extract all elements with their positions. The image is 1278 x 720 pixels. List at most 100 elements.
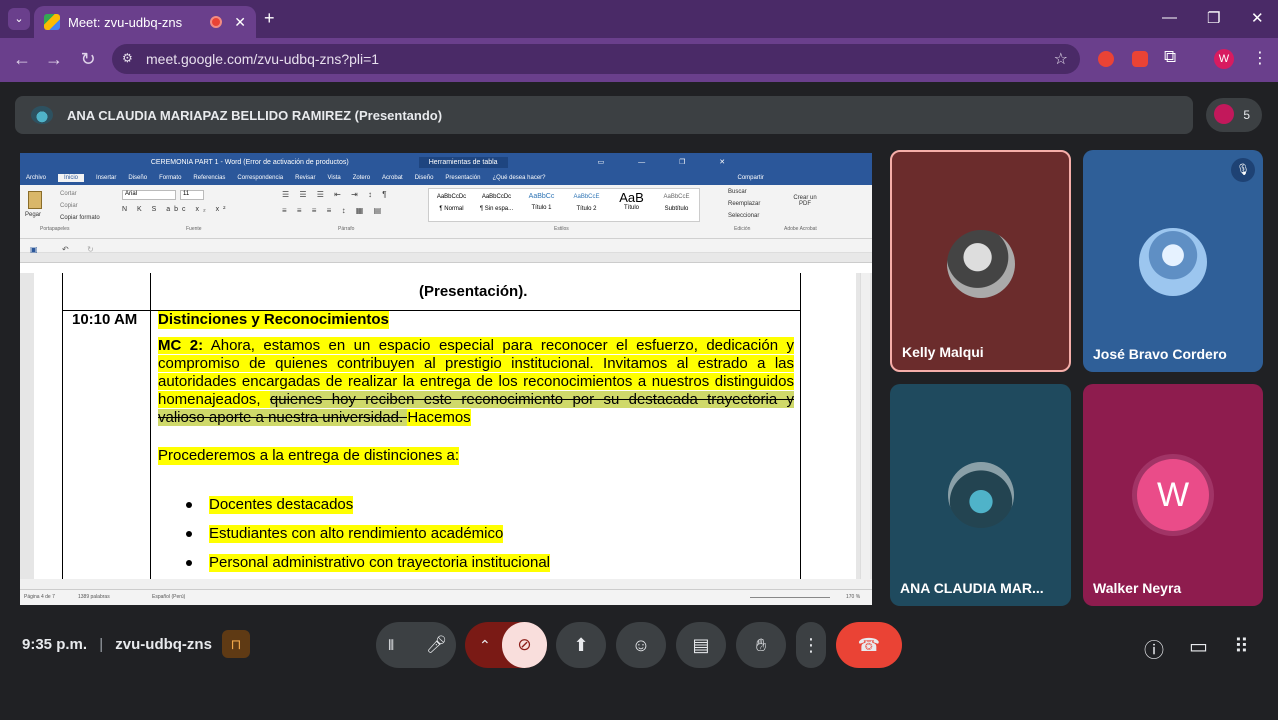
more-options-button[interactable]: ⋮	[796, 622, 826, 668]
site-info-icon[interactable]: ⚙	[122, 51, 133, 65]
font-name-box[interactable]: Arial	[122, 190, 176, 200]
replace-button[interactable]: Reemplazar	[728, 201, 760, 207]
word-tab[interactable]: Revisar	[295, 175, 315, 181]
forward-icon[interactable]: →	[44, 49, 64, 69]
word-tab[interactable]: Formato	[159, 175, 181, 181]
participant-tile[interactable]: Kelly Malqui	[890, 150, 1071, 372]
restore-button[interactable]: ❐	[1207, 9, 1220, 27]
redo-icon[interactable]: ↻	[87, 245, 94, 254]
leave-call-button[interactable]: ☎︎	[836, 622, 902, 668]
participant-tile[interactable]: W Walker Neyra	[1083, 384, 1263, 606]
group-font: Fuente	[186, 226, 202, 232]
ruler	[20, 253, 872, 263]
style-name: ¶ Sin espa...	[479, 206, 514, 212]
participants-button[interactable]: 5	[1206, 98, 1262, 132]
paste-icon[interactable]	[28, 191, 42, 209]
word-tab[interactable]: Correspondencia	[237, 175, 283, 181]
minimize-button[interactable]: —	[1162, 9, 1177, 26]
vertical-scrollbar[interactable]	[860, 273, 870, 579]
format-painter-label[interactable]: Copiar formato	[60, 215, 100, 221]
extension-red-icon[interactable]	[1098, 51, 1114, 67]
style-no-spacing[interactable]: AaBbCcDc ¶ Sin espa...	[474, 189, 519, 221]
meet-favicon-icon	[44, 14, 60, 30]
bullet-item: Personal administrativo con trayectoria …	[209, 554, 550, 572]
cut-label[interactable]: Cortar	[60, 191, 77, 197]
style-sample: AaBbCcE	[663, 194, 690, 200]
word-tab[interactable]: Diseño	[128, 175, 147, 181]
word-window-controls: ▭ — ❐ ✕	[597, 159, 742, 166]
word-tab-active[interactable]: Inicio	[58, 174, 85, 182]
undo-icon[interactable]: ↶	[62, 245, 69, 254]
font-format-icons[interactable]: N K S abc x₂ x²	[122, 206, 229, 213]
word-share[interactable]: Compartir	[738, 175, 764, 181]
present-button[interactable]: ⬆	[556, 622, 606, 668]
address-bar[interactable]: ⚙ meet.google.com/zvu-udbq-zns?pli=1 ☆	[112, 44, 1080, 74]
language: Español (Perú)	[152, 594, 186, 600]
find-button[interactable]: Buscar	[728, 189, 747, 195]
word-tab[interactable]: Acrobat	[382, 175, 403, 181]
create-pdf-button[interactable]: Crear un PDF	[790, 195, 820, 207]
reload-icon[interactable]: ↻	[78, 49, 98, 69]
paragraph-2: Procederemos a la entrega de distincione…	[158, 447, 460, 465]
word-tab[interactable]: Zotero	[353, 175, 370, 181]
raise-hand-button[interactable]: ✋︎	[736, 622, 786, 668]
tab-close-icon[interactable]: ✕	[234, 14, 246, 31]
save-icon[interactable]: ▣	[30, 245, 38, 254]
participant-name: Kelly Malqui	[902, 344, 984, 360]
group-editing: Edición	[734, 226, 751, 232]
select-button[interactable]: Seleccionar	[728, 213, 759, 219]
style-sample: AaBbCc	[528, 193, 555, 200]
captions-button[interactable]: ▤	[676, 622, 726, 668]
word-tab[interactable]: Referencias	[193, 175, 225, 181]
mic-icon[interactable]: 🎤︎	[426, 635, 448, 655]
word-tab[interactable]: Presentación	[445, 175, 480, 181]
audio-level-icon[interactable]: ⦀	[388, 637, 394, 654]
word-tab[interactable]: Insertar	[96, 175, 116, 181]
participant-tile[interactable]: ANA CLAUDIA MAR...	[890, 384, 1071, 606]
emoji-button[interactable]: ☺	[616, 622, 666, 668]
info-icon[interactable]: ⓘ	[1144, 634, 1164, 663]
section-heading: Distinciones y Reconocimientos	[158, 311, 389, 329]
p1-text-5b: Hacemos	[407, 409, 471, 426]
word-tab[interactable]: Diseño	[415, 175, 434, 181]
style-name: Subtítulo	[664, 206, 689, 212]
style-name: ¶ Normal	[439, 206, 464, 212]
captions-icon: ▤	[692, 634, 710, 655]
table-tools-label: Herramientas de tabla	[418, 156, 508, 168]
style-title[interactable]: AaB Título	[609, 189, 654, 221]
style-subtitle[interactable]: AaBbCcE Subtítulo	[654, 189, 699, 221]
browser-menu-icon[interactable]: ⋮	[1252, 48, 1268, 68]
paragraph-icons[interactable]: ☰ ☰ ☰ ⇤ ⇥ ↕ ¶	[282, 190, 391, 199]
word-titlebar: CEREMONIA PART 1 - Word (Error de activa…	[20, 153, 872, 171]
present-icon: ⬆	[573, 634, 589, 655]
browser-tab[interactable]: Meet: zvu-udbq-zns ✕	[34, 6, 256, 38]
new-tab-button[interactable]: +	[264, 8, 275, 29]
profile-avatar[interactable]: W	[1214, 49, 1234, 69]
activities-icon[interactable]: ⠿	[1234, 634, 1249, 659]
participant-tile[interactable]: 🎙 José Bravo Cordero	[1083, 150, 1263, 372]
style-title2[interactable]: AaBbCcE Título 2	[564, 189, 609, 221]
horizontal-scrollbar[interactable]	[20, 579, 872, 589]
style-name: Título 1	[531, 205, 552, 211]
word-tab[interactable]: Vista	[327, 175, 340, 181]
tab-search-button[interactable]: ⌄	[8, 8, 30, 30]
camera-options-icon[interactable]: ⌃	[479, 637, 491, 654]
extension-media-icon[interactable]	[1132, 51, 1148, 67]
copy-label[interactable]: Copiar	[60, 203, 78, 209]
style-title1[interactable]: AaBbCc Título 1	[519, 189, 564, 221]
bookmark-star-icon[interactable]: ☆	[1054, 49, 1068, 69]
zoom-slider[interactable]	[750, 597, 830, 598]
tab-title: Meet: zvu-udbq-zns	[68, 14, 183, 30]
styles-gallery[interactable]: AaBbCcDc ¶ Normal AaBbCcDc ¶ Sin espa... A…	[428, 188, 700, 222]
style-normal[interactable]: AaBbCcDc ¶ Normal	[429, 189, 474, 221]
font-size-box[interactable]: 11	[180, 190, 204, 200]
host-controls-icon[interactable]: ⊓	[222, 630, 250, 658]
align-icons[interactable]: ≡ ≡ ≡ ≡ ↕ ▦ ▤	[282, 206, 385, 215]
word-tell-me[interactable]: ¿Qué desea hacer?	[492, 175, 545, 181]
close-window-button[interactable]: ✕	[1251, 9, 1264, 27]
camera-off-button[interactable]: ⊘	[502, 622, 547, 668]
chat-icon[interactable]: ▭	[1189, 634, 1208, 659]
back-icon[interactable]: ←	[12, 49, 32, 69]
extensions-puzzle-icon[interactable]: ⧉	[1164, 47, 1176, 67]
word-tab[interactable]: Archivo	[26, 175, 46, 181]
